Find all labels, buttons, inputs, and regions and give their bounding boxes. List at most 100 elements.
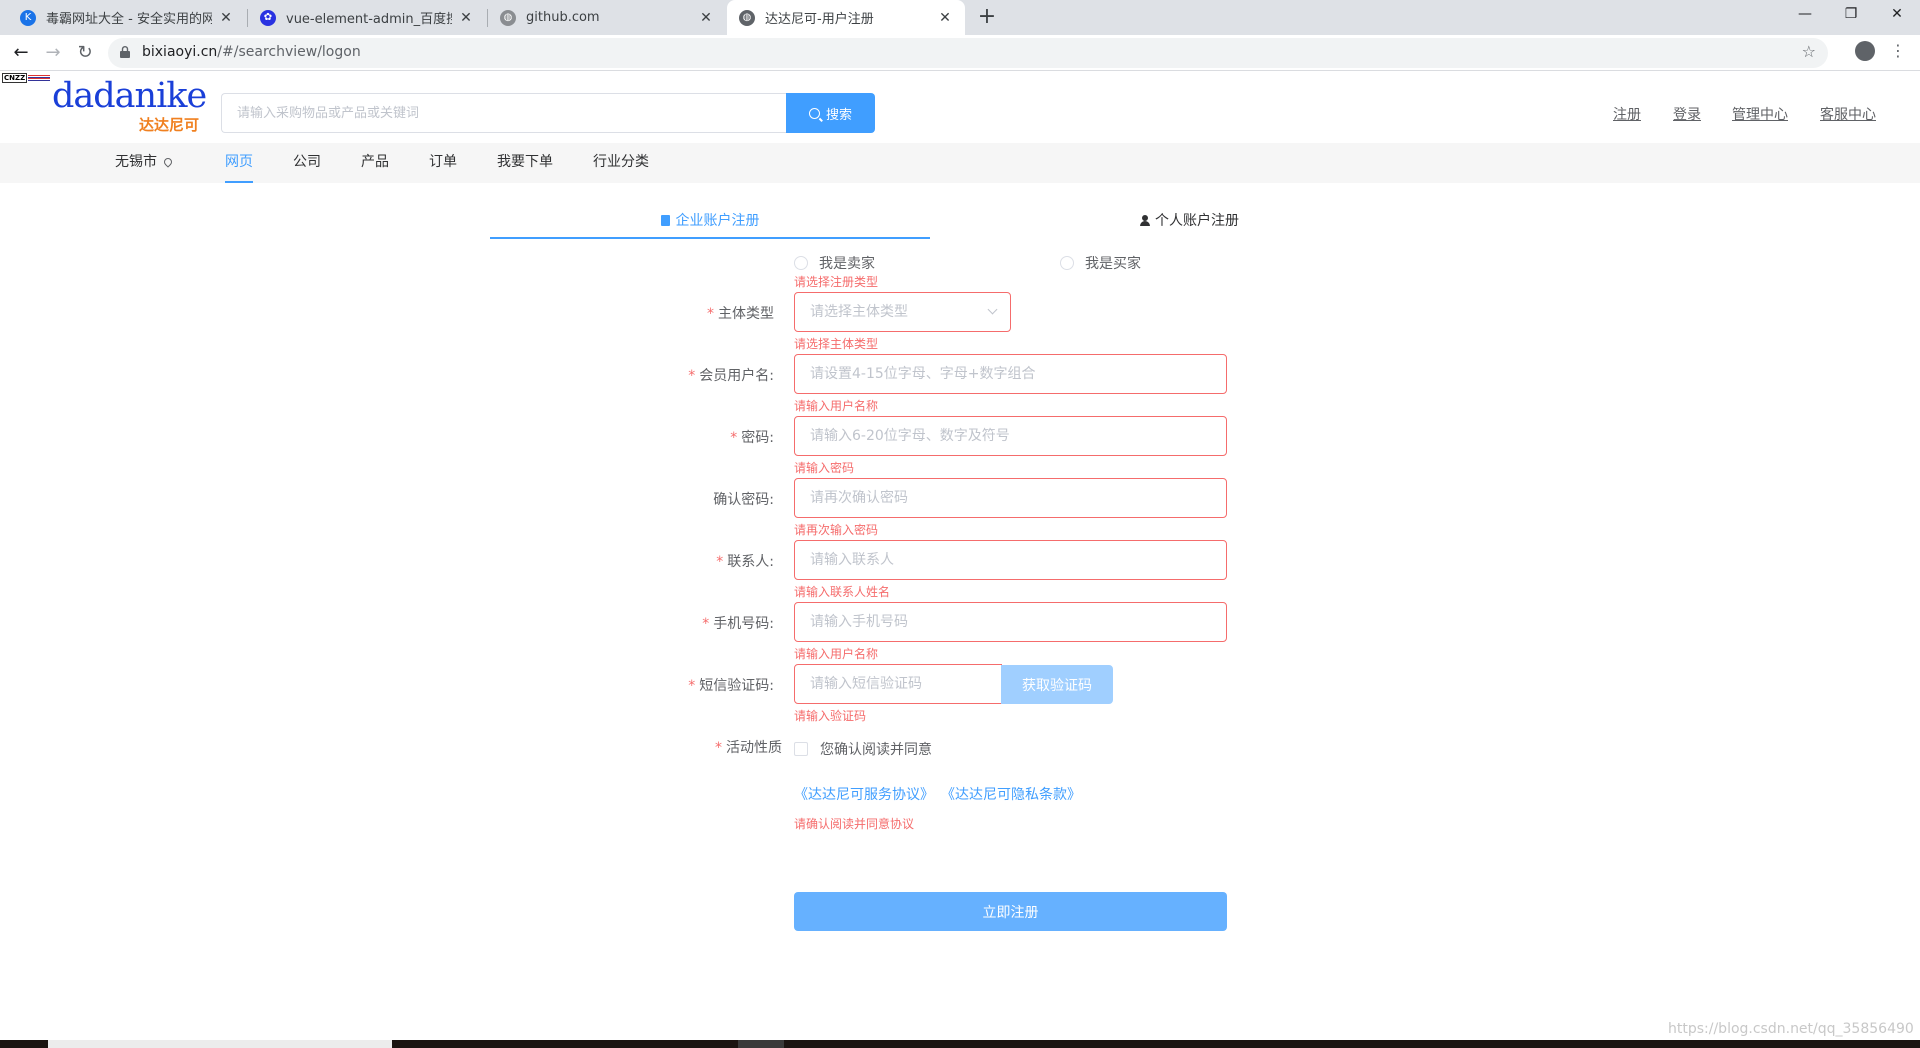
cnzz-badge[interactable]: CNZZ: [2, 73, 50, 83]
nav-item-place-order[interactable]: 我要下单: [497, 143, 553, 183]
csdn-watermark: https://blog.csdn.net/qq_35856490: [1668, 1021, 1914, 1037]
close-icon[interactable]: ✕: [698, 10, 714, 26]
nav-item-company[interactable]: 公司: [293, 143, 321, 183]
agreement-error: 请确认阅读并同意协议: [794, 817, 915, 831]
password-input[interactable]: [794, 416, 1227, 456]
forward-arrow-icon[interactable]: →: [38, 38, 68, 68]
book-icon: [660, 215, 670, 226]
service-center-link[interactable]: 客服中心: [1820, 104, 1876, 124]
browser-tab-title: 达达尼可-用户注册: [765, 12, 874, 27]
get-sms-code-button[interactable]: 获取验证码: [1001, 665, 1113, 704]
taskbar-segment: [738, 1040, 784, 1048]
menu-kebab-icon[interactable]: ⋮: [1890, 40, 1906, 62]
browser-tabstrip: K 毒霸网址大全 - 安全实用的网址导航 ✕ ✿ vue-element-adm…: [0, 0, 1920, 35]
radio-buyer[interactable]: 我是买家: [1060, 253, 1141, 273]
search-button-label: 搜索: [825, 107, 852, 123]
browser-tab-title: 毒霸网址大全 - 安全实用的网址导航: [46, 12, 212, 27]
site-logo-cn: 达达尼可: [139, 116, 200, 134]
browser-tab-4-active[interactable]: ◍ 达达尼可-用户注册 ✕: [727, 0, 965, 35]
entity-type-label: * 主体类型: [707, 306, 774, 322]
phone-input[interactable]: [794, 602, 1227, 642]
nav-item-order[interactable]: 订单: [429, 143, 457, 183]
entity-type-select[interactable]: [794, 292, 1011, 332]
checkbox-box: [794, 742, 808, 756]
main-nav: 无锡市 网页 公司 产品 订单 我要下单 行业分类: [0, 143, 1920, 183]
sms-code-error: 请输入验证码: [794, 709, 867, 723]
password-error: 请输入密码: [794, 461, 855, 475]
label-text: 会员用户名:: [699, 368, 774, 384]
label-text: 确认密码:: [713, 492, 774, 508]
phone-label: * 手机号码:: [702, 616, 774, 632]
radio-seller[interactable]: 我是卖家: [794, 253, 875, 273]
nav-item-industry[interactable]: 行业分类: [593, 143, 649, 183]
window-close-icon[interactable]: ✕: [1874, 0, 1920, 30]
login-link[interactable]: 登录: [1673, 104, 1701, 124]
os-taskbar: [0, 1040, 1920, 1048]
label-text: 联系人:: [727, 554, 774, 570]
globe-icon: ◍: [739, 9, 755, 26]
browser-tab-title: vue-element-admin_百度搜索: [286, 12, 452, 27]
user-icon: [1140, 215, 1150, 226]
agree-text: 您确认阅读并同意: [820, 742, 932, 758]
bookmark-star-icon[interactable]: ☆: [1802, 42, 1816, 61]
lock-icon: [120, 46, 130, 58]
reload-icon[interactable]: ↻: [70, 38, 100, 68]
nav-item-webpage[interactable]: 网页: [225, 143, 253, 183]
search-input[interactable]: [221, 93, 786, 133]
register-link[interactable]: 注册: [1613, 104, 1641, 124]
close-icon[interactable]: ✕: [937, 10, 953, 26]
contact-input[interactable]: [794, 540, 1227, 580]
restore-icon[interactable]: ❐: [1828, 0, 1874, 30]
tab-label: 个人账户注册: [1155, 213, 1239, 229]
username-label: * 会员用户名:: [688, 368, 774, 384]
site-logo[interactable]: dadanike: [52, 76, 207, 116]
tab-personal-register[interactable]: 个人账户注册: [1140, 208, 1420, 239]
globe-icon: ◍: [500, 9, 516, 26]
new-tab-icon[interactable]: +: [973, 4, 1001, 32]
cnzz-stripes: [28, 75, 50, 81]
username-input[interactable]: [794, 354, 1227, 394]
admin-center-link[interactable]: 管理中心: [1732, 104, 1788, 124]
sms-code-input[interactable]: [794, 664, 1002, 704]
entity-type-error: 请选择主体类型: [794, 337, 879, 351]
url-path: /#/searchview/logon: [217, 44, 361, 60]
minimize-icon[interactable]: —: [1782, 0, 1828, 30]
close-icon[interactable]: ✕: [458, 10, 474, 26]
city-label: 无锡市: [115, 154, 157, 170]
radio-label: 我是买家: [1085, 256, 1141, 272]
confirm-password-label: 确认密码:: [650, 489, 774, 509]
confirm-password-input[interactable]: [794, 478, 1227, 518]
back-arrow-icon[interactable]: ←: [6, 38, 36, 68]
browser-tab-3[interactable]: ◍ github.com ✕: [488, 0, 726, 35]
label-text: 手机号码:: [713, 616, 774, 632]
privacy-terms-link[interactable]: 《达达尼可隐私条款》: [941, 784, 1081, 804]
label-text: 短信验证码:: [699, 678, 774, 694]
city-selector[interactable]: 无锡市: [115, 143, 174, 183]
activity-label: * 活动性质: [715, 740, 782, 756]
browser-tab-2[interactable]: ✿ vue-element-admin_百度搜索 ✕: [248, 0, 486, 35]
url-text: bixiaoyi.cn/#/searchview/logon: [142, 44, 361, 60]
browser-toolbar: ← → ↻ bixiaoyi.cn/#/searchview/logon ☆ ⋮: [0, 35, 1920, 71]
profile-avatar-icon[interactable]: [1855, 41, 1875, 61]
agree-checkbox[interactable]: 您确认阅读并同意: [794, 739, 932, 759]
search-icon: [808, 107, 820, 119]
baidu-paw-icon: ✿: [260, 9, 276, 26]
phone-error: 请输入用户名称: [794, 647, 879, 661]
search-button[interactable]: 搜索: [786, 93, 875, 133]
label-text: 主体类型: [718, 306, 774, 322]
browser-tab-title: github.com: [526, 10, 600, 25]
address-bar[interactable]: bixiaoyi.cn/#/searchview/logon ☆: [108, 38, 1828, 68]
tab-enterprise-register[interactable]: 企业账户注册: [490, 208, 930, 239]
register-tabs: 企业账户注册 个人账户注册: [490, 208, 1420, 239]
browser-tab-1[interactable]: K 毒霸网址大全 - 安全实用的网址导航 ✕: [8, 0, 246, 35]
url-host: bixiaoyi.cn: [142, 44, 218, 60]
taskbar-segment: [48, 1040, 392, 1048]
radio-circle: [794, 256, 808, 270]
radio-circle: [1060, 256, 1074, 270]
nav-item-product[interactable]: 产品: [361, 143, 389, 183]
confirm-password-error: 请再次输入密码: [794, 523, 879, 537]
service-agreement-link[interactable]: 《达达尼可服务协议》: [794, 784, 934, 804]
register-submit-button[interactable]: 立即注册: [794, 892, 1227, 931]
username-error: 请输入用户名称: [794, 399, 879, 413]
close-icon[interactable]: ✕: [218, 10, 234, 26]
